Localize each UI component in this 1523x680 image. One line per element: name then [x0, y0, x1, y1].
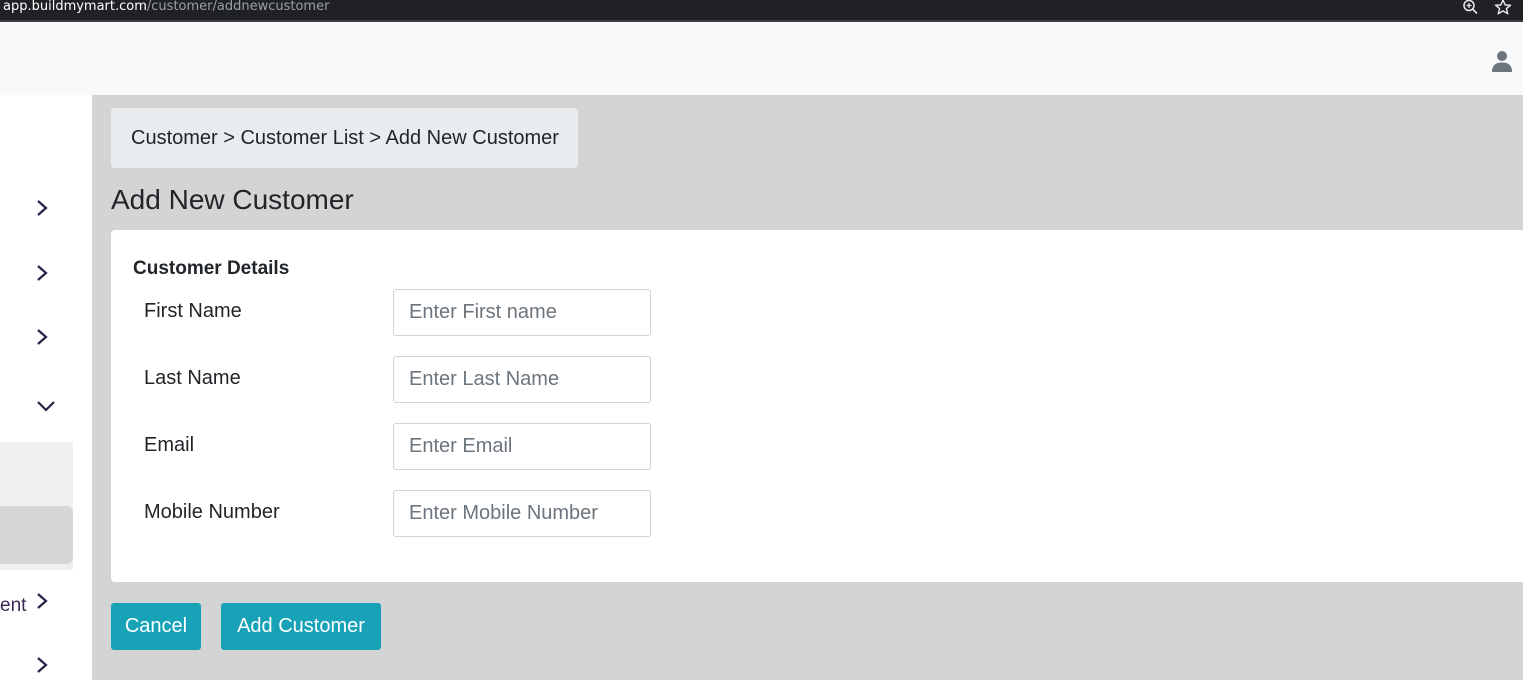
sidebar-item-label[interactable]: ent	[0, 595, 26, 617]
url-domain: app.buildmymart.com	[3, 0, 147, 14]
last-name-label: Last Name	[144, 367, 241, 389]
last-name-field[interactable]	[393, 356, 651, 403]
app-header	[0, 22, 1523, 95]
page-title: Add New Customer	[111, 184, 354, 215]
sidebar: ent	[0, 95, 92, 680]
user-icon[interactable]	[1490, 49, 1514, 73]
email-field[interactable]	[393, 423, 651, 470]
address-url[interactable]: app.buildmymart.com/customer/addnewcusto…	[3, 0, 329, 14]
chevron-right-icon[interactable]	[34, 198, 50, 218]
first-name-label: First Name	[144, 300, 242, 322]
cancel-button[interactable]: Cancel	[111, 603, 201, 650]
email-label: Email	[144, 434, 195, 456]
section-title: Customer Details	[133, 258, 290, 279]
chevron-right-icon[interactable]	[34, 327, 50, 347]
chevron-right-icon[interactable]	[34, 591, 50, 611]
customer-details-card: Customer Details First Name Last Name Em…	[111, 230, 1523, 582]
zoom-in-icon[interactable]	[1462, 0, 1480, 15]
add-customer-button[interactable]: Add Customer	[221, 603, 381, 650]
bookmark-star-icon[interactable]	[1494, 0, 1512, 15]
submenu-item-active[interactable]	[0, 506, 73, 564]
browser-address-bar[interactable]: app.buildmymart.com/customer/addnewcusto…	[0, 0, 1523, 22]
chevron-right-icon[interactable]	[34, 655, 50, 675]
chevron-down-icon[interactable]	[36, 398, 56, 414]
breadcrumb[interactable]: Customer > Customer List > Add New Custo…	[111, 108, 578, 168]
chevron-right-icon[interactable]	[34, 263, 50, 283]
mobile-number-field[interactable]	[393, 490, 651, 537]
url-path: /customer/addnewcustomer	[146, 0, 330, 14]
first-name-field[interactable]	[393, 289, 651, 336]
mobile-number-label: Mobile Number	[144, 501, 280, 523]
